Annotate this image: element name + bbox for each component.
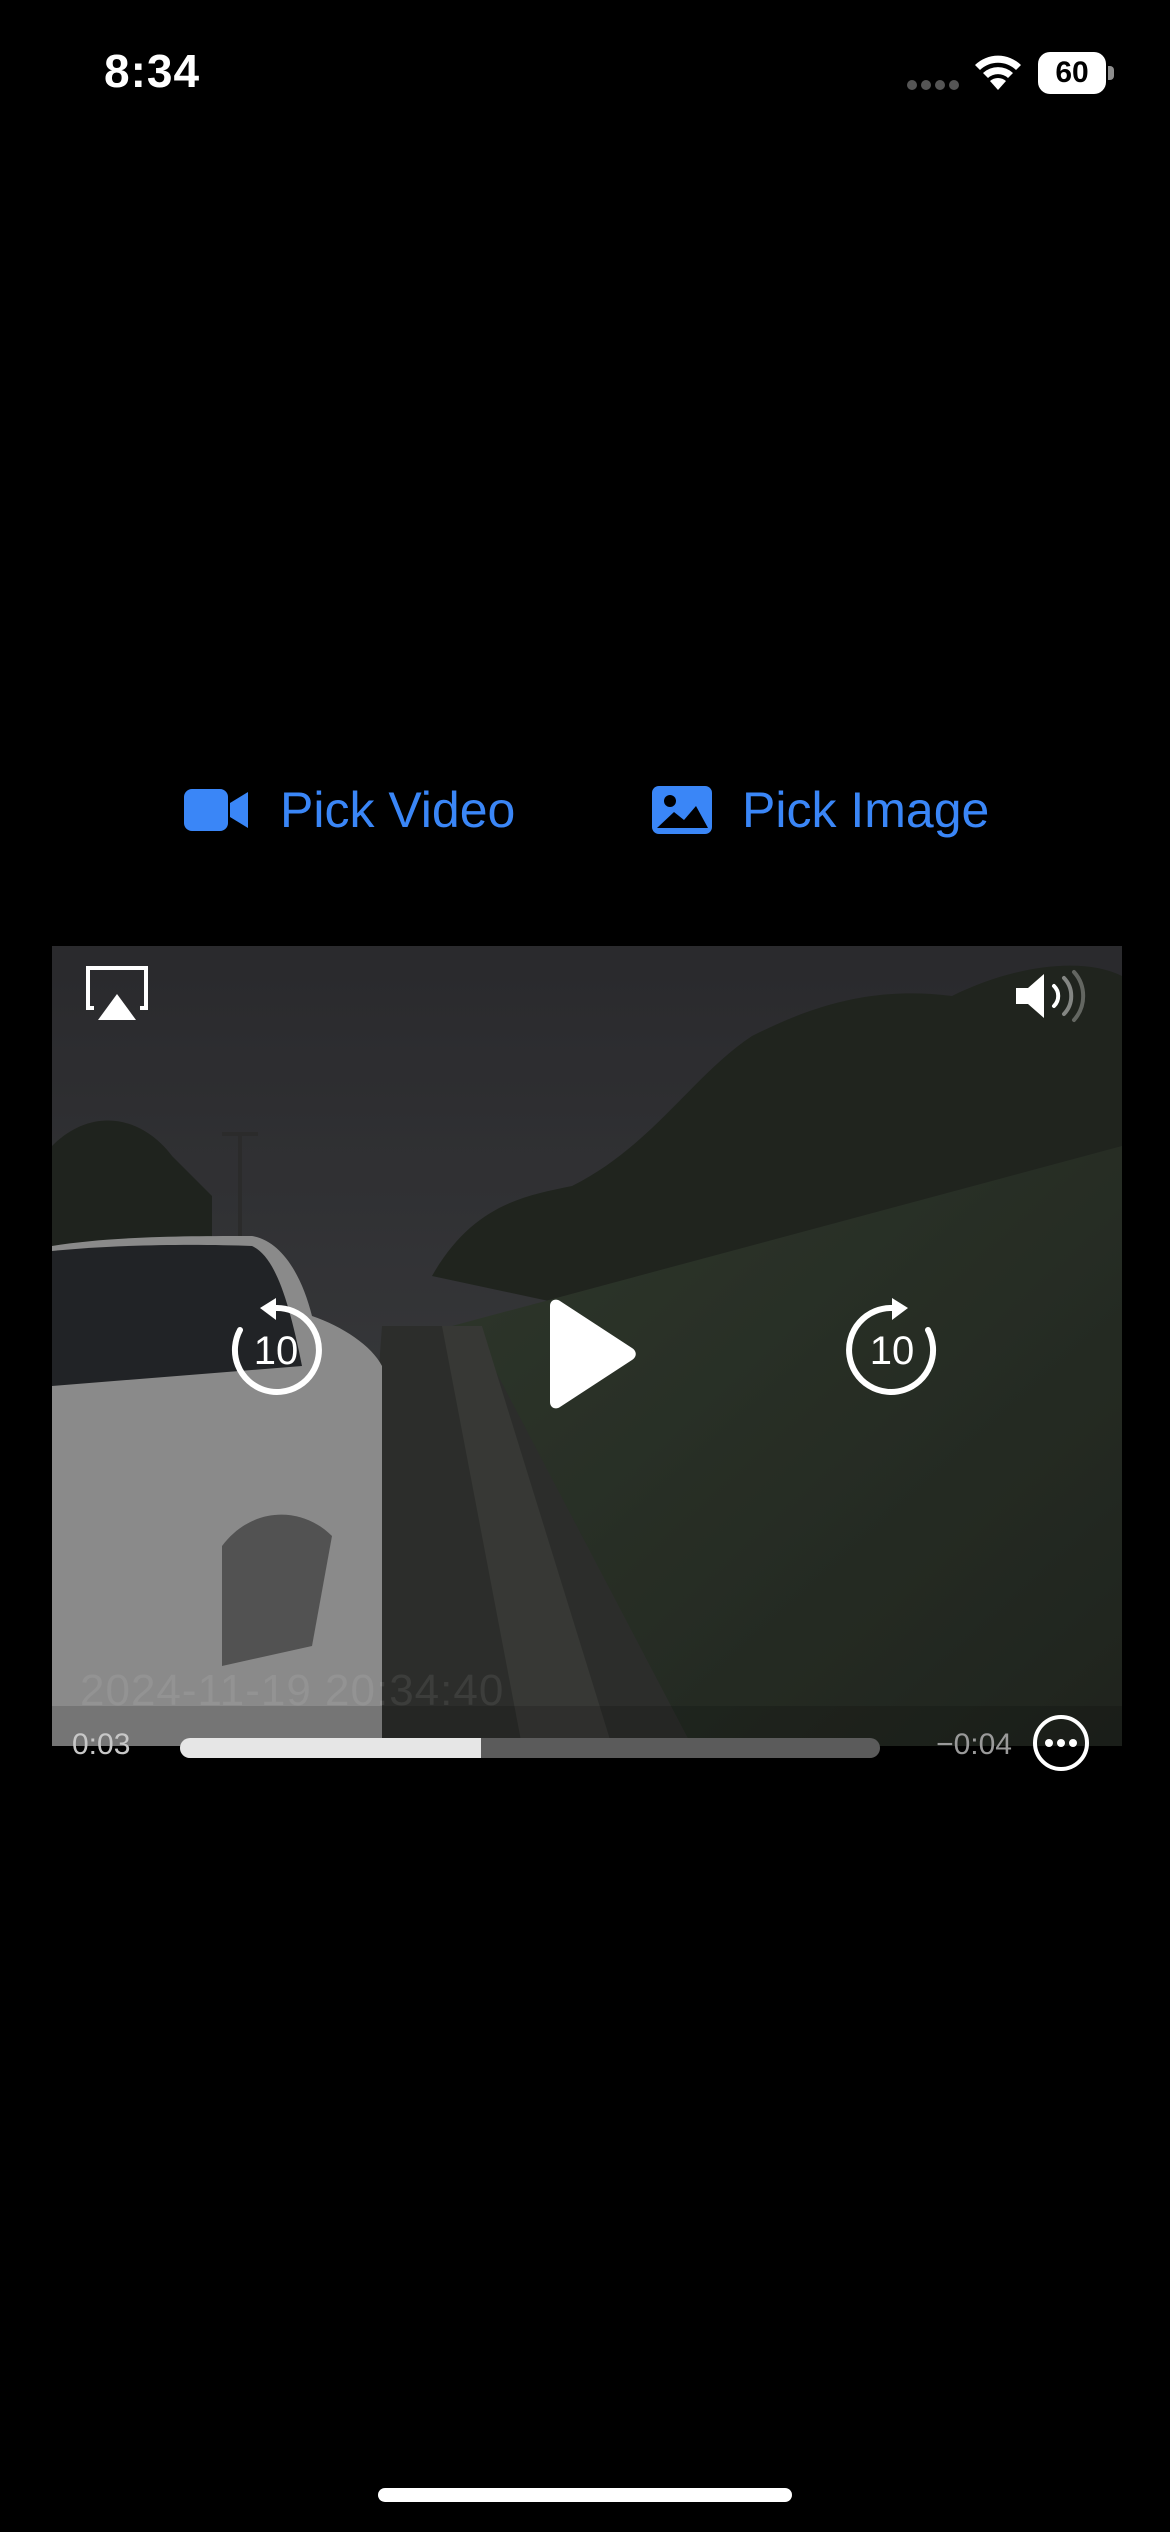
frame-timestamp: 2024-11-19 20:34:40 [80,1666,505,1715]
picker-row: Pick Video Pick Image [0,770,1170,850]
skip-forward-icon: 10 [846,1298,937,1395]
cellular-signal-icon [907,80,959,90]
elapsed-time: 0:03 [72,1728,131,1761]
pick-video-button[interactable]: Pick Video [184,770,515,850]
battery-icon: 60 [1038,52,1114,94]
airplay-icon[interactable] [84,964,150,1024]
pick-image-button[interactable]: Pick Image [652,770,989,850]
status-bar: 8:34 60 [0,0,1170,150]
photo-icon [652,786,712,834]
skip-back-icon: 10 [231,1298,322,1395]
volume-icon[interactable] [1010,968,1090,1024]
skip-back-seconds: 10 [254,1329,299,1373]
skip-forward-seconds: 10 [870,1329,915,1373]
pick-image-label: Pick Image [742,782,990,838]
status-time: 8:34 [104,45,201,97]
playback-controls: 0:03 −0:04 [52,1712,1122,1782]
skip-back-button[interactable]: 10 [224,1298,328,1402]
progress-scrubber[interactable] [180,1738,880,1758]
skip-forward-button[interactable]: 10 [840,1298,944,1402]
progress-fill [180,1738,481,1758]
video-player[interactable]: 2024-11-19 20:34:40 10 10 [52,946,1122,1746]
more-icon[interactable] [1032,1714,1090,1772]
wifi-icon [975,55,1021,90]
video-camera-icon [184,789,248,831]
play-icon[interactable] [532,1296,642,1412]
remaining-time: −0:04 [936,1728,1012,1761]
pick-video-label: Pick Video [280,782,516,838]
battery-level: 60 [1055,56,1089,89]
home-indicator[interactable] [378,2488,792,2502]
